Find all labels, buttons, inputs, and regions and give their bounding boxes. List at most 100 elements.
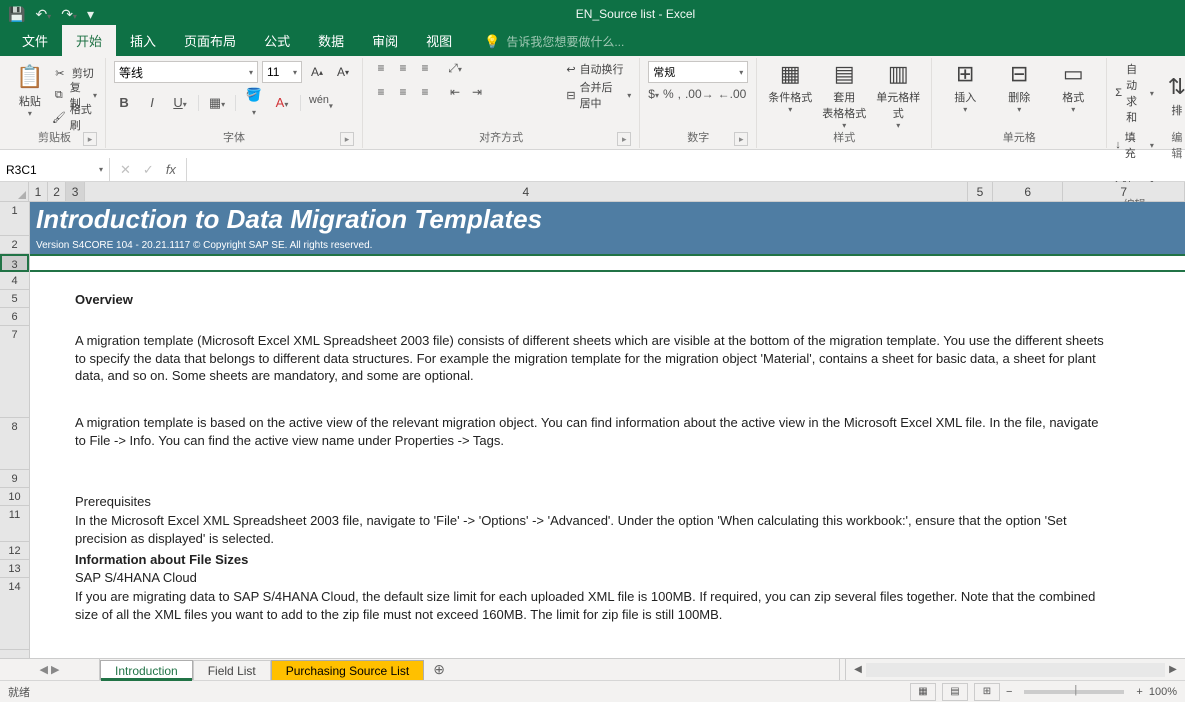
font-color-button[interactable]: A▾ — [272, 95, 292, 110]
italic-button[interactable]: I — [142, 95, 162, 110]
increase-decimal-button[interactable]: .00→ — [685, 87, 714, 101]
comma-button[interactable]: , — [678, 87, 681, 101]
bold-button[interactable]: B — [114, 95, 134, 110]
increase-indent-button[interactable]: ⇥ — [467, 85, 487, 105]
tab-formulas[interactable]: 公式 — [250, 25, 304, 56]
row-header-5[interactable]: 5 — [0, 290, 29, 308]
normal-view-button[interactable]: ▦ — [910, 683, 936, 701]
col-header-6[interactable]: 6 — [993, 182, 1063, 201]
sheet-tab-field-list[interactable]: Field List — [193, 660, 271, 680]
select-all-button[interactable] — [0, 182, 29, 201]
wrap-text-button[interactable]: ↩自动换行 — [566, 61, 631, 77]
tell-me-search[interactable]: 💡 告诉我您想要做什么... — [484, 33, 624, 56]
number-format-combo[interactable]: 常规▾ — [648, 61, 748, 83]
row-header-12[interactable]: 12 — [0, 542, 29, 560]
align-top-button[interactable]: ≡ — [371, 61, 391, 81]
fill-button[interactable]: ↓填充 ▾ — [1115, 129, 1154, 161]
orientation-button[interactable]: ⤢▾ — [445, 61, 465, 81]
tab-home[interactable]: 开始 — [62, 25, 116, 56]
cell-styles-button[interactable]: ▥单元格样式▾ — [873, 61, 923, 130]
tab-insert[interactable]: 插入 — [116, 25, 170, 56]
tab-view[interactable]: 视图 — [412, 25, 466, 56]
paste-button[interactable]: 📋 粘贴 ▾ — [12, 61, 48, 130]
cancel-icon[interactable]: ✕ — [120, 162, 131, 178]
tab-page-layout[interactable]: 页面布局 — [170, 25, 250, 56]
col-header-2[interactable]: 2 — [48, 182, 67, 201]
align-center-button[interactable]: ≡ — [393, 85, 413, 105]
border-button[interactable]: ▦▾ — [207, 95, 227, 111]
row-header-3[interactable]: 3 — [0, 254, 29, 272]
row-header-11[interactable]: 11 — [0, 506, 29, 542]
row-header-9[interactable]: 9 — [0, 470, 29, 488]
row-header-8[interactable]: 8 — [0, 418, 29, 470]
tab-data[interactable]: 数据 — [304, 25, 358, 56]
align-left-button[interactable]: ≡ — [371, 85, 391, 105]
decrease-indent-button[interactable]: ⇤ — [445, 85, 465, 105]
page-break-view-button[interactable]: ⊞ — [974, 683, 1000, 701]
row-header-2[interactable]: 2 — [0, 236, 29, 254]
row-header-10[interactable]: 10 — [0, 488, 29, 506]
col-header-1[interactable]: 1 — [29, 182, 48, 201]
qat-customize-icon[interactable]: ▾ — [87, 6, 94, 23]
conditional-format-button[interactable]: ▦条件格式▾ — [765, 61, 815, 130]
row-header-4[interactable]: 4 — [0, 272, 29, 290]
tell-me-placeholder: 告诉我您想要做什么... — [506, 33, 624, 50]
col-header-4[interactable]: 4 — [85, 182, 968, 201]
increase-font-button[interactable]: A▴ — [306, 61, 328, 83]
row-header-7[interactable]: 7 — [0, 326, 29, 418]
enter-icon[interactable]: ✓ — [143, 162, 154, 178]
zoom-out-button[interactable]: − — [1006, 686, 1012, 698]
decrease-font-button[interactable]: A▾ — [332, 61, 354, 83]
row-header-14[interactable]: 14 — [0, 578, 29, 650]
row-header-1[interactable]: 1 — [0, 202, 29, 236]
merge-center-button[interactable]: ⊟合并后居中 ▾ — [566, 79, 631, 111]
autosum-button[interactable]: Σ自动求和 ▾ — [1115, 61, 1154, 125]
scroll-right-icon[interactable]: ▶ — [1165, 664, 1181, 675]
insert-cells-button[interactable]: ⊞插入▾ — [940, 61, 990, 130]
tab-review[interactable]: 审阅 — [358, 25, 412, 56]
underline-button[interactable]: U▾ — [170, 95, 190, 110]
sheet-nav[interactable]: ◀ ▶ — [0, 659, 100, 680]
font-dialog-launcher[interactable]: ▸ — [340, 132, 354, 146]
table-format-button[interactable]: ▤套用 表格格式▾ — [819, 61, 869, 130]
name-box[interactable]: R3C1▾ — [0, 158, 110, 181]
align-bottom-button[interactable]: ≡ — [415, 61, 435, 81]
redo-icon[interactable]: ↷▾ — [61, 6, 77, 23]
tab-file[interactable]: 文件 — [8, 25, 62, 56]
formula-bar[interactable] — [187, 158, 1185, 181]
alignment-dialog-launcher[interactable]: ▸ — [617, 132, 631, 146]
align-middle-button[interactable]: ≡ — [393, 61, 413, 81]
page-layout-view-button[interactable]: ▤ — [942, 683, 968, 701]
col-header-5[interactable]: 5 — [968, 182, 993, 201]
percent-button[interactable]: % — [663, 87, 674, 101]
fx-icon[interactable]: fx — [166, 162, 176, 177]
clipboard-dialog-launcher[interactable]: ▸ — [83, 132, 97, 146]
font-name-combo[interactable]: 等线▾ — [114, 61, 258, 83]
accounting-button[interactable]: $▾ — [648, 87, 659, 101]
align-right-button[interactable]: ≡ — [415, 85, 435, 105]
row-header-13[interactable]: 13 — [0, 560, 29, 578]
sheet-tab-purchasing[interactable]: Purchasing Source List — [271, 660, 424, 680]
zoom-slider[interactable] — [1024, 690, 1124, 694]
delete-cells-button[interactable]: ⊟删除▾ — [994, 61, 1044, 130]
col-header-3[interactable]: 3 — [66, 182, 85, 201]
row-header-6[interactable]: 6 — [0, 308, 29, 326]
sort-filter-button[interactable]: ⇅排 — [1168, 74, 1185, 118]
zoom-level[interactable]: 100% — [1149, 686, 1177, 698]
cells-area[interactable]: Introduction to Data Migration Templates… — [30, 202, 1185, 658]
font-size-combo[interactable]: 11▾ — [262, 61, 302, 83]
sheet-tab-introduction[interactable]: Introduction — [100, 660, 193, 680]
format-painter-button[interactable]: 🖌格式刷 — [52, 107, 97, 127]
save-icon[interactable]: 💾 — [8, 6, 25, 23]
zoom-in-button[interactable]: + — [1136, 686, 1142, 698]
worksheet-grid[interactable]: 1 2 3 4 5 6 7 8 9 10 11 12 13 14 Introdu… — [0, 202, 1185, 658]
add-sheet-button[interactable]: ⊕ — [424, 659, 454, 680]
scroll-left-icon[interactable]: ◀ — [850, 664, 866, 675]
horizontal-scrollbar[interactable]: ◀ ▶ — [845, 659, 1185, 680]
phonetic-button[interactable]: wén▾ — [309, 94, 329, 111]
fill-color-button[interactable]: 🪣▾ — [244, 87, 264, 118]
decrease-decimal-button[interactable]: ←.00 — [718, 87, 747, 101]
undo-icon[interactable]: ↶▾ — [35, 6, 51, 23]
format-cells-button[interactable]: ▭格式▾ — [1048, 61, 1098, 130]
number-dialog-launcher[interactable]: ▸ — [734, 132, 748, 146]
